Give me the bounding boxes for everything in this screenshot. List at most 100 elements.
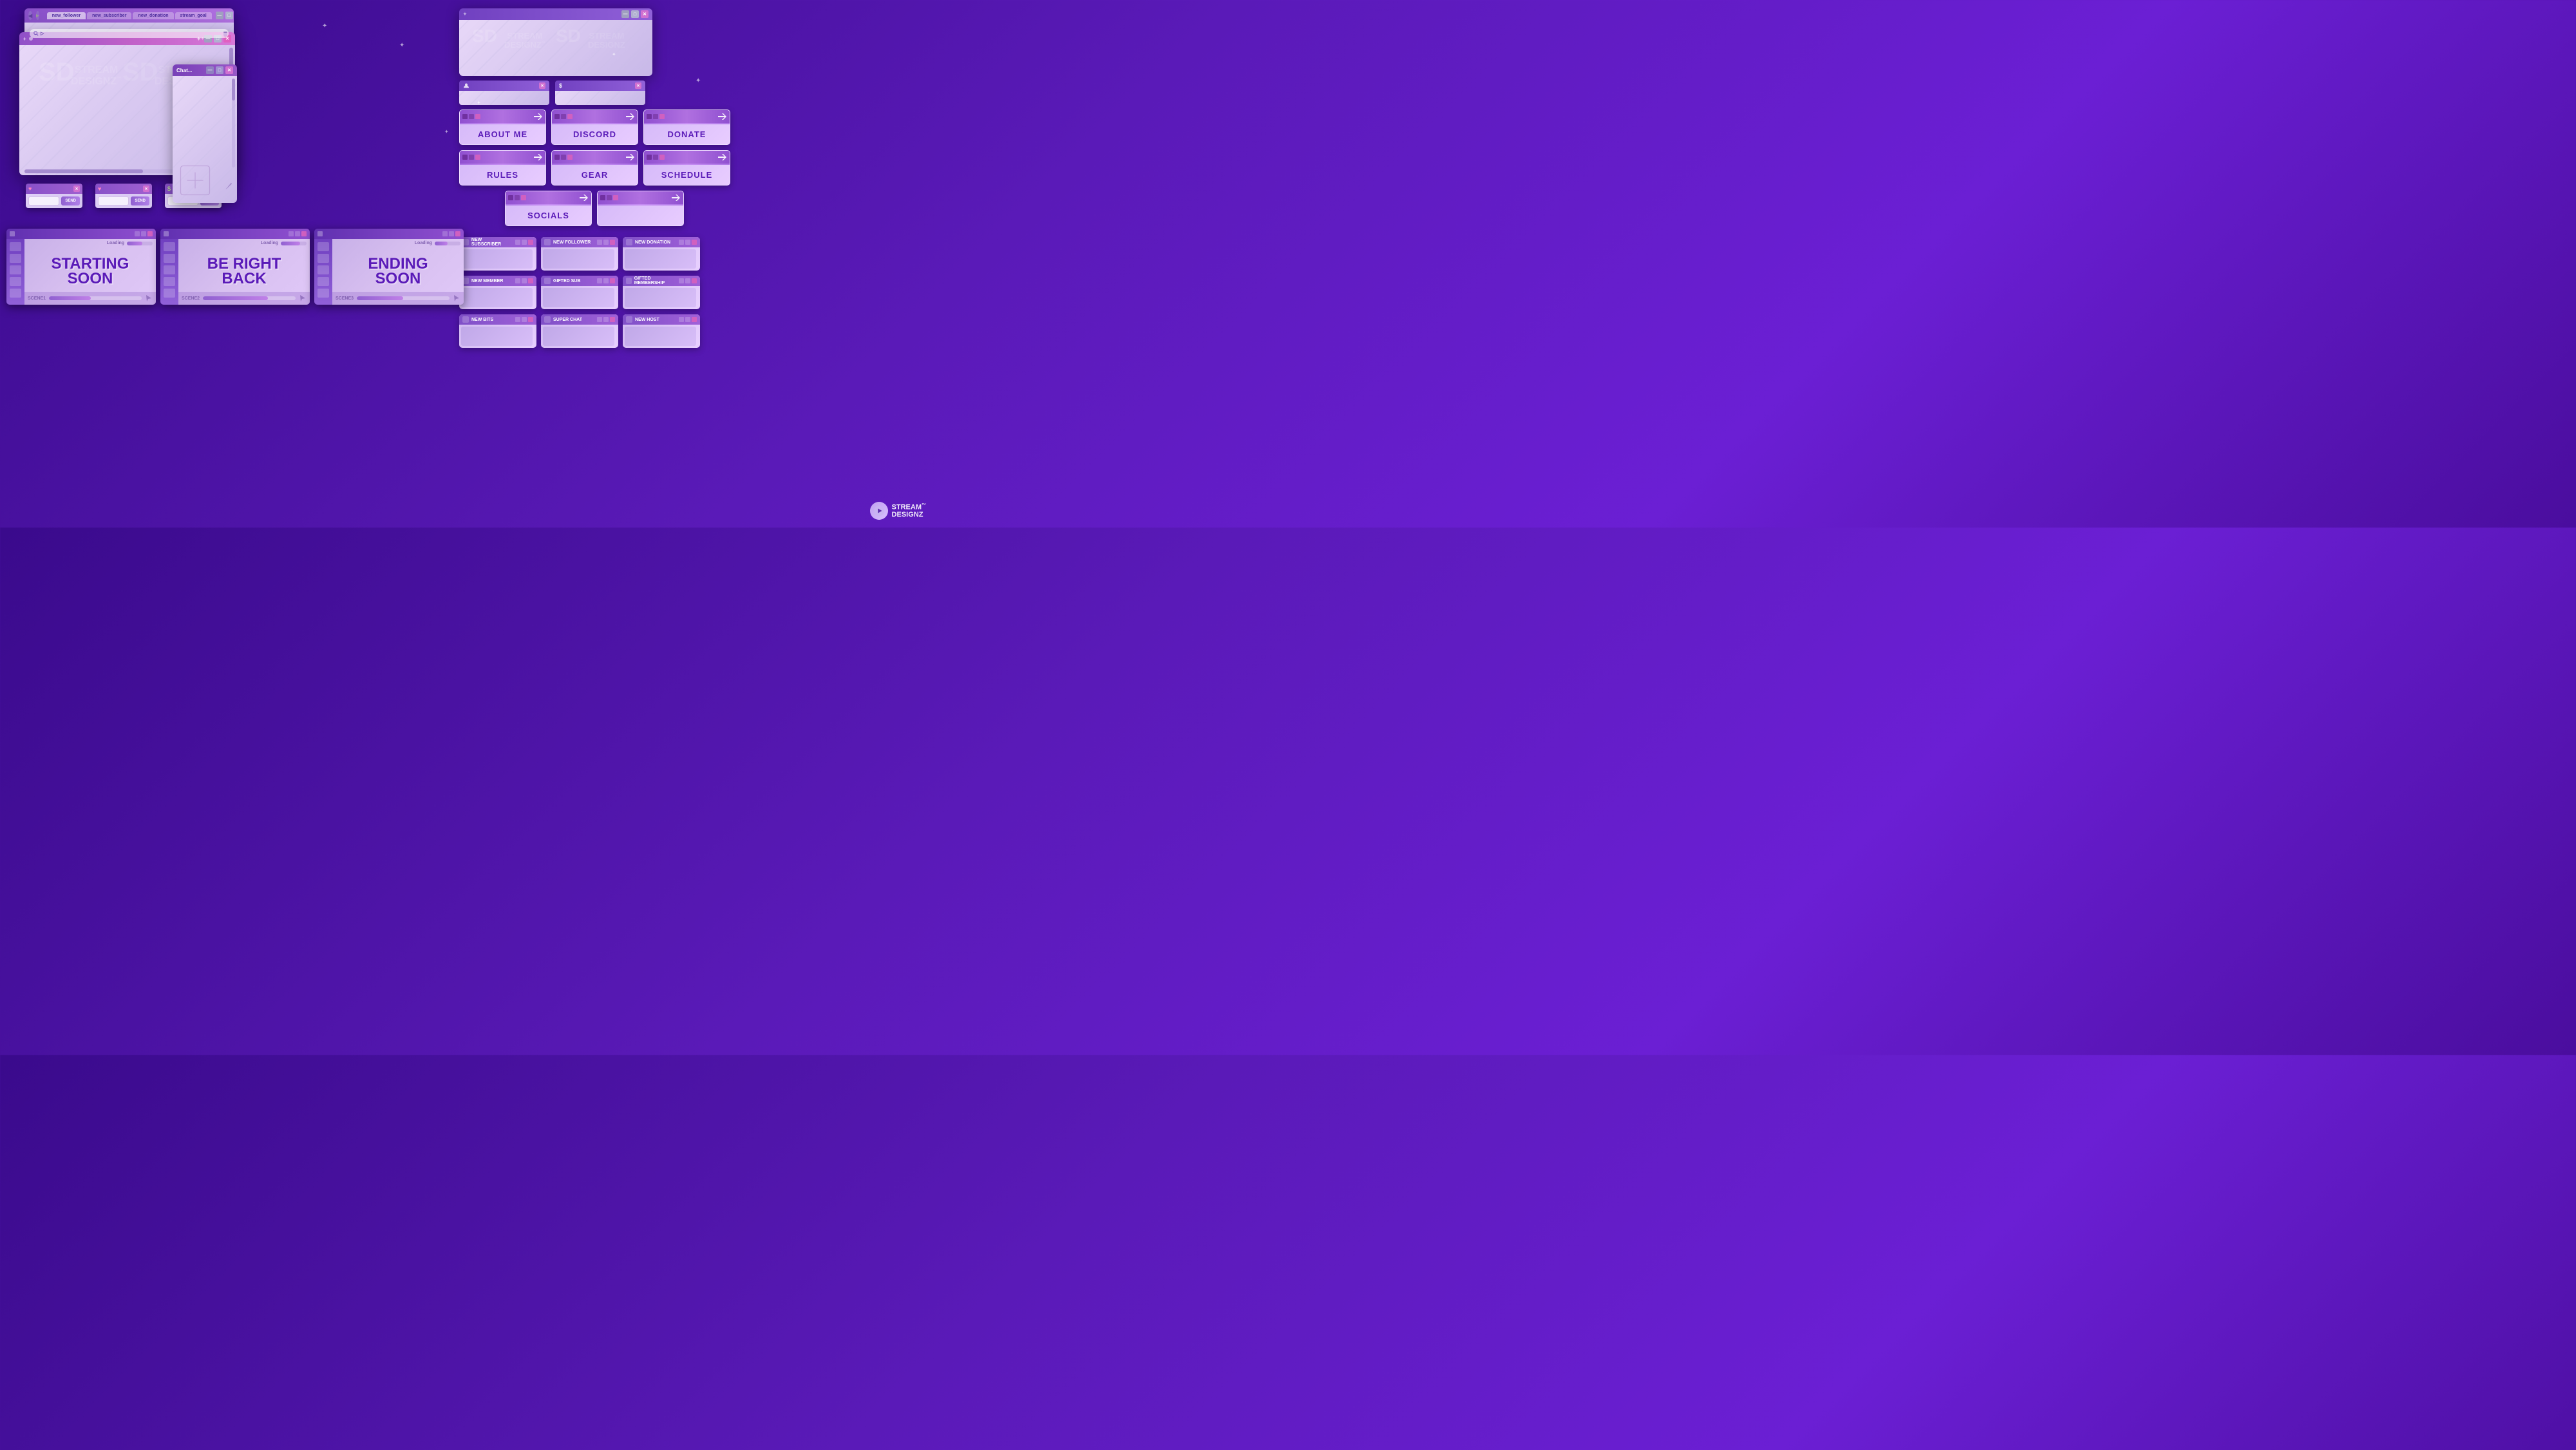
sd-logo-icon [870,502,888,520]
address-bar[interactable]: ▷ [30,29,229,38]
tab-stream-goal[interactable]: stream_goal [175,12,212,19]
maximize-button[interactable]: □ [225,12,233,19]
scene-titlebar [6,229,156,239]
search-icon-small [33,31,39,36]
alert-title: NEW FOLLOWER [541,237,618,247]
alert-window-user: ✕ [459,81,549,105]
panel-btn-donate[interactable]: DONATE [643,110,730,145]
scroll-area [179,164,211,196]
cursor-arrow: ▷ [41,31,44,36]
forward-button[interactable]: ▶ [36,11,39,20]
chat-min[interactable]: — [206,66,214,74]
scene-bottom-bar: SCENE3 [332,292,464,305]
alert-title: GIFTED MEMBERSHIP [623,276,700,286]
scrollbar-v[interactable] [223,32,227,37]
arrow-icon [534,113,543,120]
panel-btn-gear[interactable]: GEAR [551,150,638,186]
scene-bottom-bar: SCENE1 [24,292,156,305]
alert-window-dollar: $ ✕ [555,81,645,105]
tab-new-subscriber[interactable]: new_subscriber [87,12,131,19]
arrow-icon [534,154,543,160]
alert-body [541,325,618,348]
send-button-1[interactable]: SEND [61,196,80,205]
close-btn[interactable]: ✕ [539,82,545,89]
alert-input-1[interactable] [28,196,59,205]
maximize-btn[interactable]: □ [631,10,639,18]
tab-bar: new_follower new_subscriber new_donation… [47,12,212,19]
play-icon [873,505,885,517]
alert-title: NEW HOST [623,314,700,325]
scene-sidebar [6,239,24,305]
alert-title: NEW MEMBER [459,276,536,286]
alert-card-new-bits: NEW BITS [459,314,536,348]
panel-btn-extra[interactable] [597,191,684,226]
alert-body [623,286,700,309]
scene-brb-title: BE RIGHTBACK [207,257,281,287]
panel-btn-discord[interactable]: DISCORD [551,110,638,145]
alert-input-heart-1: ♥ ✕ SEND [26,184,82,208]
panel-btn-rules[interactable]: RULES [459,150,546,186]
alert-card-new-subscriber: NEW SUBSCRIBER [459,237,536,271]
discord-label: DISCORD [573,129,616,139]
alert-body [623,247,700,271]
panel-btn-socials[interactable]: SOCIALS [505,191,592,226]
arrow-icon [718,154,727,160]
brand-name: STREAM™DESIGNZ [892,503,926,519]
alert-card-super-chat: SUPER CHAT [541,314,618,348]
alert-body [541,247,618,271]
chat-close[interactable]: ✕ [225,66,233,74]
back-button[interactable]: ◀ [28,11,32,20]
donate-label: DONATE [668,129,706,139]
close-btn[interactable]: ✕ [641,10,649,18]
cursor-icon [453,294,460,302]
close-btn[interactable]: ✕ [143,186,149,192]
scene-starting-soon: Loading STARTINGSOON SCENE1 [6,229,156,305]
right-main-window: ✦ — □ ✕ SD STREAMDESIGNZ™ SD STREAMDESIG… [459,8,652,76]
minimize-btn[interactable]: — [621,10,629,18]
arrow-icon [626,113,635,120]
tab-new-follower[interactable]: new_follower [47,12,86,19]
send-button-2[interactable]: SEND [131,196,149,205]
tab-new-donation[interactable]: new_donation [133,12,173,19]
scene-ending-soon: Loading ENDINGSOON SCENE3 [314,229,464,305]
panel-btn-about-me[interactable]: ABOUT ME [459,110,546,145]
alert-card-new-member: NEW MEMBER [459,276,536,309]
scene-titlebar [314,229,464,239]
alert-input-2[interactable] [98,196,129,205]
gear-label: GEAR [582,170,609,180]
scene-ending-soon-title: ENDINGSOON [368,257,428,287]
socials-label: SOCIALS [527,211,569,220]
rules-label: RULES [487,170,518,180]
arrow-icon [672,195,681,201]
arrow-icon [718,113,727,120]
chat-window: Chat... — □ ✕ [173,64,237,203]
alert-title: GIFTED SUB [541,276,618,286]
alert-body [459,286,536,309]
cursor-icon [299,294,307,302]
schedule-label: SCHEDULE [661,170,713,180]
alert-body [623,325,700,348]
alert-input-heart-2: ♥ ✕ SEND [95,184,152,208]
minimize-button[interactable]: — [216,12,223,19]
alert-title: NEW SUBSCRIBER [459,237,536,247]
chat-label: Chat... [176,68,192,73]
close-btn[interactable]: ✕ [73,186,80,192]
scene-sidebar [314,239,332,305]
scene-titlebar [160,229,310,239]
arrow-icon [626,154,635,160]
alert-card-new-follower: NEW FOLLOWER [541,237,618,271]
alert-card-gifted-membership: GIFTED MEMBERSHIP [623,276,700,309]
alert-card-new-host: NEW HOST [623,314,700,348]
scene-be-right-back: Loading BE RIGHTBACK SCENE2 [160,229,310,305]
alert-body [459,325,536,348]
chat-max[interactable]: □ [216,66,223,74]
arrow-icon [580,195,589,201]
alert-body [459,247,536,271]
pencil-icon [225,181,234,190]
close-btn[interactable]: ✕ [635,82,641,89]
alert-body [541,286,618,309]
alert-card-gifted-sub: GIFTED SUB [541,276,618,309]
cursor-icon [145,294,153,302]
user-icon [463,82,469,89]
panel-btn-schedule[interactable]: SCHEDULE [643,150,730,186]
